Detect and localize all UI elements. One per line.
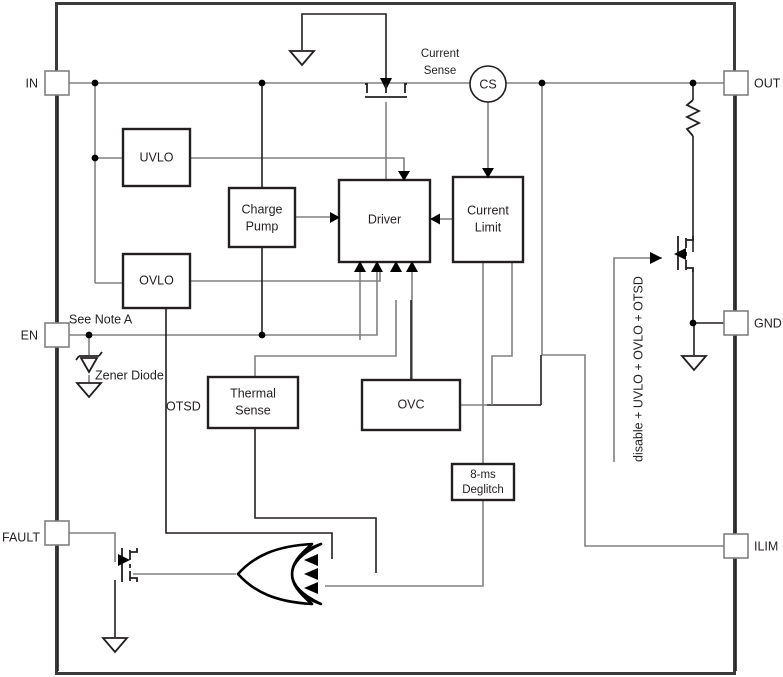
pin-ilim[interactable]: ILIM [723, 533, 778, 559]
fault-open-drain-mosfet [118, 548, 138, 582]
pass-mosfet [365, 83, 407, 98]
ground-zener [75, 382, 103, 399]
current-sense-caption-1: Current [421, 48, 460, 60]
block-charge-pump-label-1: Charge [242, 202, 283, 216]
pin-fault[interactable]: FAULT [2, 520, 70, 546]
pin-gnd-label: GND [754, 316, 782, 330]
block-thermal-sense-label-2: Sense [235, 403, 270, 417]
shutdown-mosfet [674, 236, 694, 272]
pin-in-label: IN [26, 76, 39, 90]
block-uvlo-label: UVLO [139, 150, 173, 164]
block-charge-pump-label-2: Pump [246, 219, 279, 233]
pin-out[interactable]: OUT [723, 70, 781, 96]
current-sense-caption-2: Sense [424, 65, 457, 77]
block-ovlo-label: OVLO [139, 273, 174, 287]
note-a-label: See Note A [69, 312, 133, 326]
block-ovc[interactable]: OVC [360, 378, 462, 432]
block-charge-pump[interactable]: Charge Pump [227, 186, 297, 249]
block-thermal-sense[interactable]: Thermal Sense [206, 375, 300, 430]
block-current-limit-label-2: Limit [475, 220, 502, 234]
block-uvlo[interactable]: UVLO [121, 127, 192, 188]
block-driver-label: Driver [368, 212, 401, 226]
block-deglitch-label-2: Deglitch [462, 484, 504, 496]
pin-gnd[interactable]: GND [723, 310, 782, 336]
pin-en[interactable]: EN [21, 322, 70, 348]
ground-otsd [680, 355, 708, 372]
block-current-limit[interactable]: Current Limit [451, 175, 525, 264]
block-deglitch[interactable]: 8-ms Deglitch [450, 462, 516, 502]
block-thermal-sense-label-1: Thermal [230, 386, 276, 400]
pulldown-resistor [684, 99, 702, 137]
block-current-limit-label-1: Current [467, 203, 509, 217]
block-ovlo[interactable]: OVLO [121, 252, 192, 310]
current-sense-node: CS [469, 65, 507, 103]
functional-block-diagram: IN EN FAULT OUT GND ILIM UVLO OVLO Charg… [2, 2, 782, 675]
ground-top [288, 50, 316, 67]
block-driver[interactable]: Driver [337, 178, 432, 264]
ground-fault [101, 637, 129, 654]
otsd-net-label: OTSD [166, 399, 201, 413]
disable-chain-label: disable + UVLO + OVLO + OTSD [631, 276, 645, 462]
pin-in[interactable]: IN [26, 70, 70, 96]
current-sense-node-label: CS [479, 77, 496, 91]
block-diagram-canvas: IN EN FAULT OUT GND ILIM UVLO OVLO Charg… [0, 0, 783, 677]
pin-fault-label: FAULT [2, 530, 40, 544]
zener-diode-label: Zener Diode [95, 368, 164, 382]
pin-en-label: EN [21, 328, 38, 342]
block-deglitch-label-1: 8-ms [470, 469, 496, 481]
block-ovc-label: OVC [397, 397, 424, 411]
pin-ilim-label: ILIM [754, 539, 778, 553]
or-gate [236, 542, 323, 606]
pin-out-label: OUT [754, 76, 781, 90]
